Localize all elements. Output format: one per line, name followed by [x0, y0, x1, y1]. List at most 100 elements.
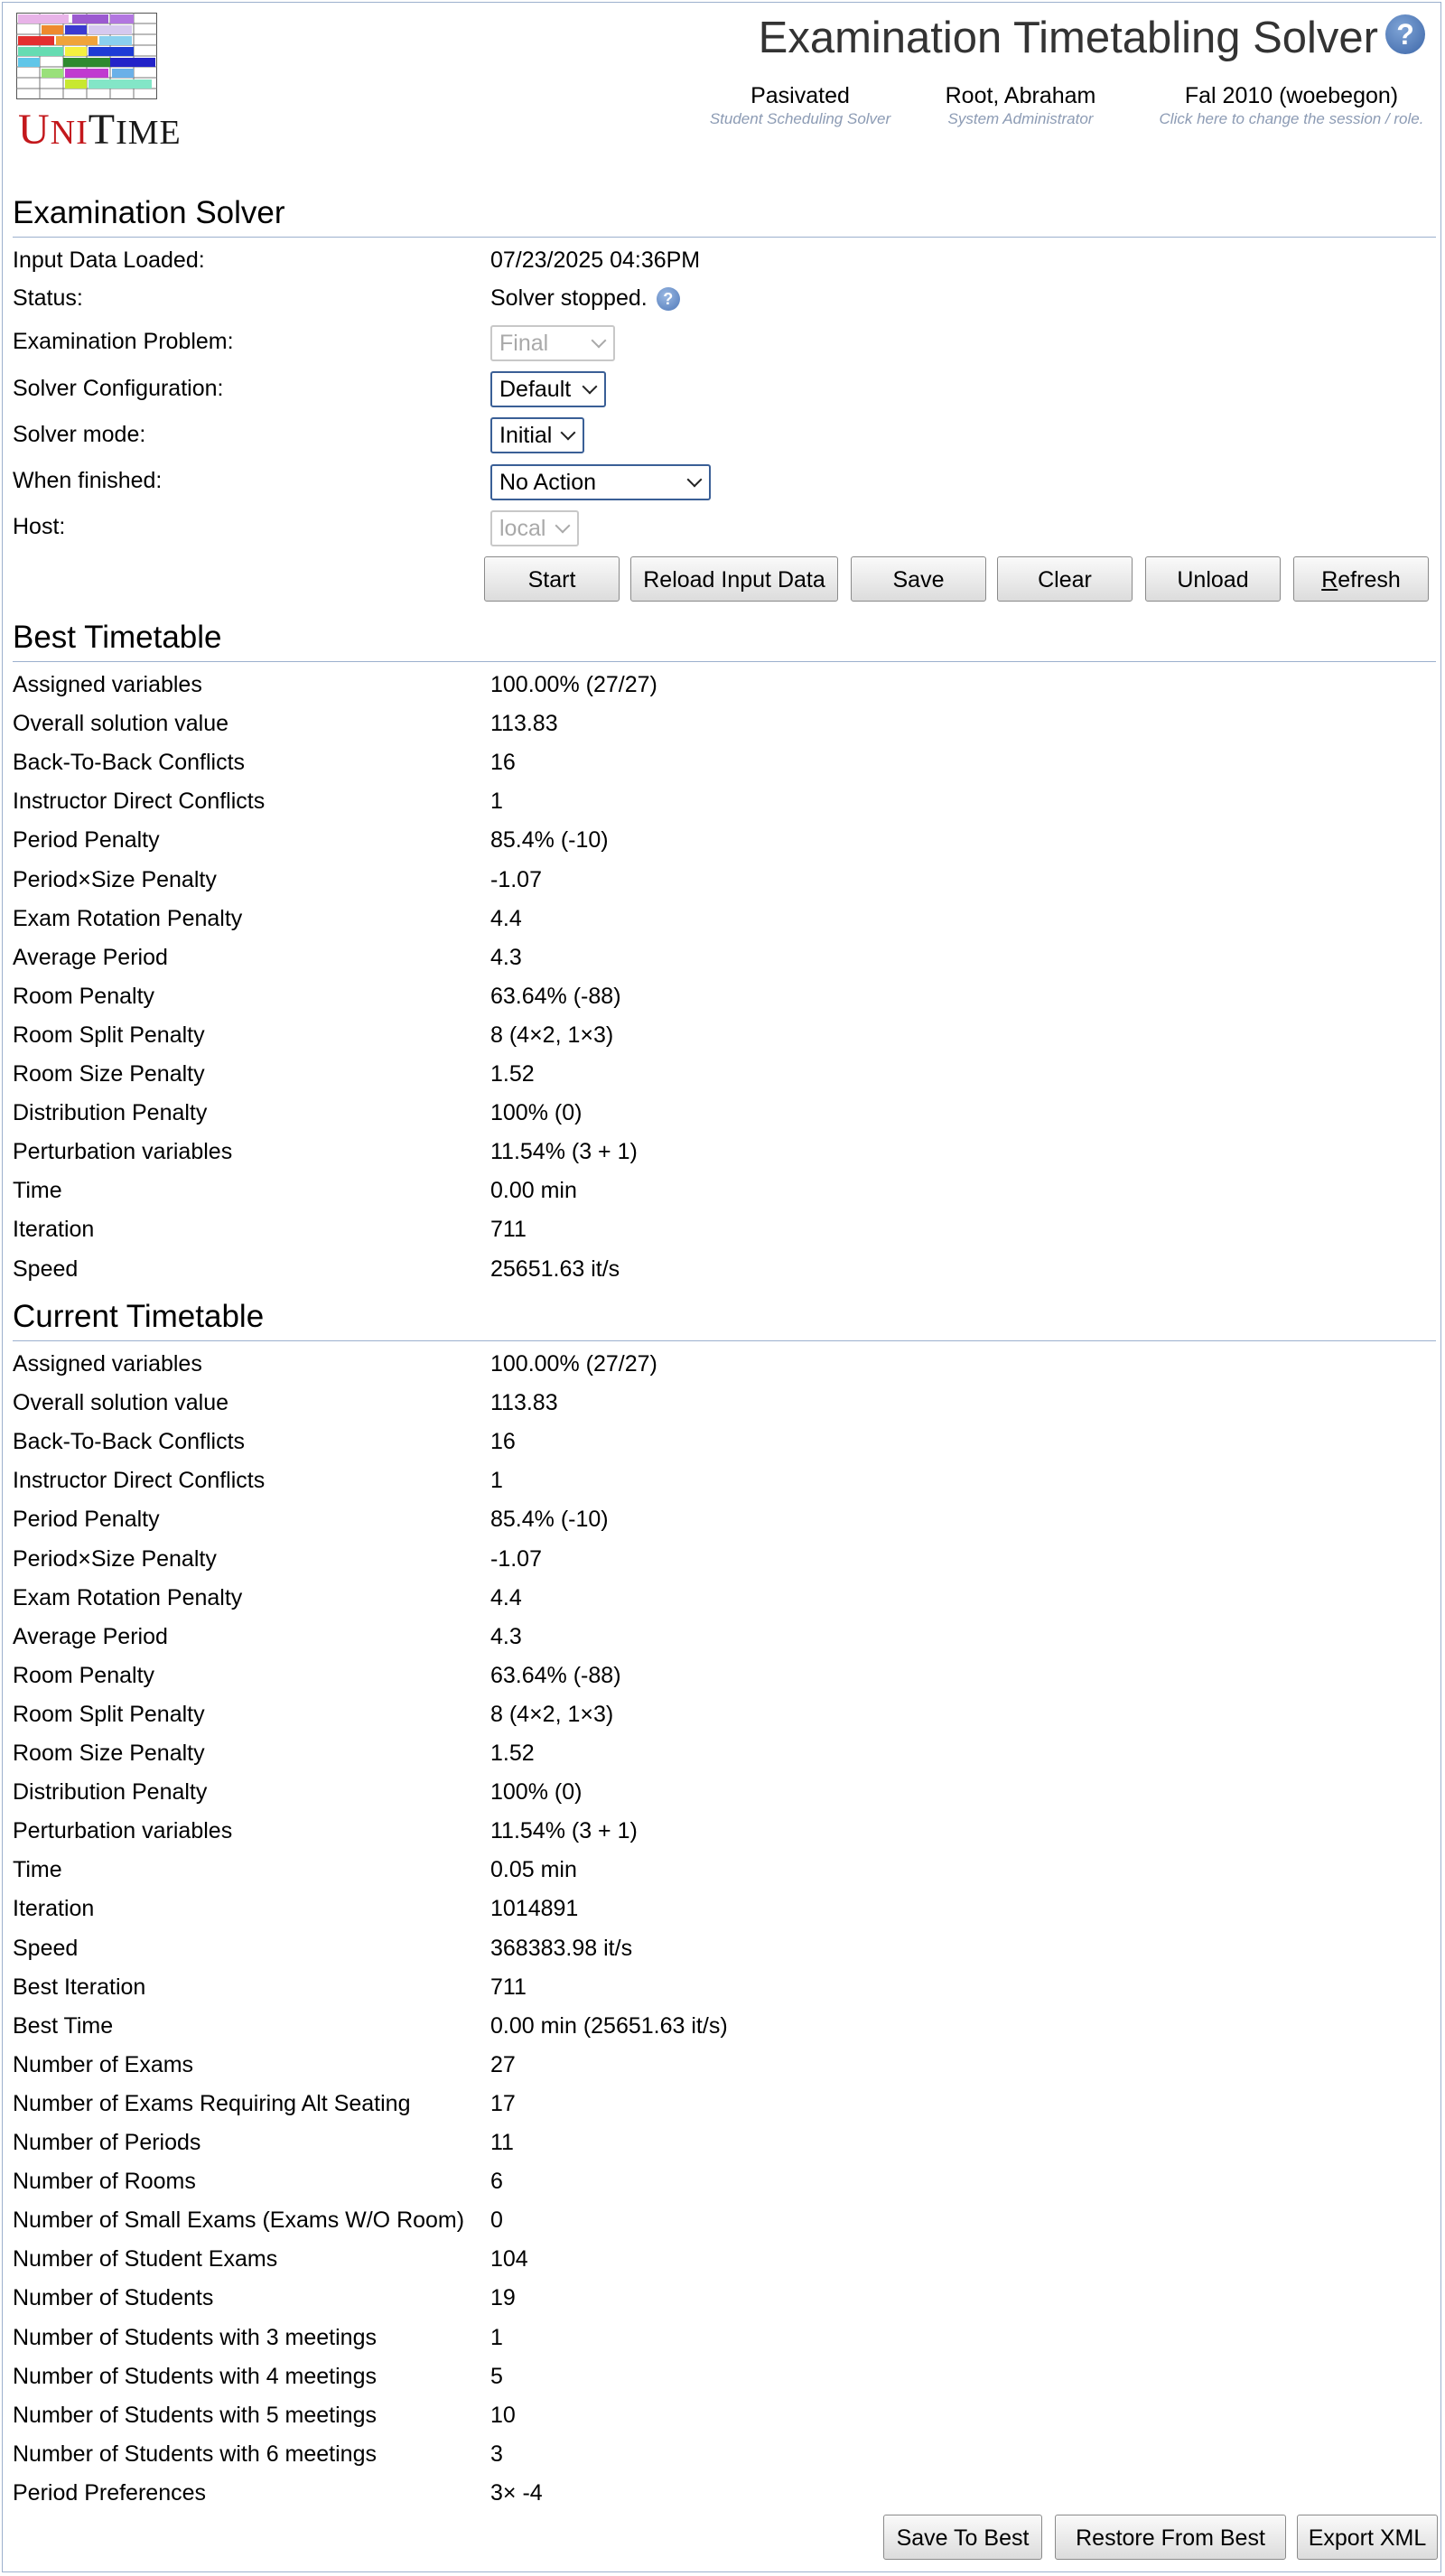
chevron-down-icon	[591, 332, 607, 349]
row-label: Period Penalty	[13, 1507, 160, 1533]
row-label: Iteration	[13, 1896, 95, 1922]
row-value: 0.00 min (25651.63 it/s)	[490, 2012, 728, 2039]
refresh-label-rest: efresh	[1338, 567, 1401, 593]
row-label: Number of Student Exams	[13, 2246, 278, 2273]
row-label: Distribution Penalty	[13, 1779, 208, 1806]
row-label: Number of Students	[13, 2285, 214, 2311]
row-value: 6	[490, 2169, 503, 2195]
row-label: Period Preferences	[13, 2479, 207, 2506]
current-timetable-header: Current Timetable	[13, 1299, 1436, 1341]
row-value: 4.3	[490, 944, 522, 970]
solver-configuration-select[interactable]: Default	[490, 371, 606, 407]
save-button[interactable]: Save	[851, 556, 986, 602]
session-info[interactable]: Fal 2010 (woebegon) Click here to change…	[1145, 83, 1438, 128]
unload-button[interactable]: Unload	[1145, 556, 1281, 602]
status-info-icon[interactable]: ?	[656, 287, 680, 312]
row-label: Number of Rooms	[13, 2169, 196, 2195]
row-label: Number of Exams	[13, 2051, 194, 2077]
row-label: Period×Size Penalty	[13, 866, 217, 892]
solver-configuration-label: Solver Configuration:	[13, 376, 224, 401]
row-label: Speed	[13, 1255, 79, 1282]
row-value: -1.07	[490, 1545, 542, 1572]
row-value: 113.83	[490, 1390, 558, 1416]
host-value: local	[499, 516, 546, 541]
row-value: 4.4	[490, 905, 522, 931]
row-value: 25651.63 it/s	[490, 1255, 620, 1282]
row-value: 1014891	[490, 1896, 579, 1922]
refresh-accesskey: R	[1321, 567, 1338, 593]
row-label: Room Size Penalty	[13, 1741, 205, 1766]
user-name: Root, Abraham	[945, 83, 1096, 108]
save-to-best-button[interactable]: Save To Best	[883, 2515, 1042, 2560]
help-icon[interactable]: ?	[1385, 14, 1425, 54]
row-value: 113.83	[490, 711, 558, 737]
row-label: Distribution Penalty	[13, 1100, 208, 1126]
row-value: 85.4% (-10)	[490, 1507, 609, 1533]
host-select: local	[490, 510, 579, 546]
when-finished-label: When finished:	[13, 468, 163, 493]
row-value: 0.05 min	[490, 1857, 577, 1883]
row-label: Average Period	[13, 1623, 168, 1649]
reload-input-data-button[interactable]: Reload Input Data	[630, 556, 838, 602]
examination-solver-header: Examination Solver	[13, 195, 1436, 238]
page-title: Examination Timetabling Solver	[758, 14, 1378, 62]
row-label: Overall solution value	[13, 711, 229, 737]
row-label: Number of Students with 4 meetings	[13, 2363, 377, 2389]
row-label: Assigned variables	[13, 672, 202, 697]
row-label: Perturbation variables	[13, 1818, 233, 1844]
solver-status-info[interactable]: Pasivated Student Scheduling Solver	[692, 83, 909, 128]
input-data-loaded-label: Input Data Loaded:	[13, 247, 205, 273]
clear-button[interactable]: Clear	[997, 556, 1133, 602]
restore-from-best-button[interactable]: Restore From Best	[1055, 2515, 1286, 2560]
user-info[interactable]: Root, Abraham System Administrator	[921, 83, 1120, 128]
solver-status-type: Student Scheduling Solver	[709, 110, 891, 127]
solver-mode-select[interactable]: Initial	[490, 417, 584, 453]
row-value: 27	[490, 2051, 516, 2077]
refresh-button[interactable]: Refresh	[1293, 556, 1429, 602]
examination-problem-select: Final	[490, 325, 615, 361]
status-value: Solver stopped.	[490, 285, 648, 311]
row-value: 1.52	[490, 1741, 535, 1766]
row-value: 85.4% (-10)	[490, 827, 609, 854]
row-value: 711	[490, 1217, 527, 1243]
row-label: Period×Size Penalty	[13, 1545, 217, 1572]
row-value: 3× -4	[490, 2479, 543, 2506]
row-value: 368383.98 it/s	[490, 1935, 633, 1961]
row-label: Best Time	[13, 2012, 114, 2039]
row-label: Period Penalty	[13, 827, 160, 854]
row-value: 16	[490, 1429, 516, 1455]
row-value: 100% (0)	[490, 1779, 583, 1806]
row-value: 19	[490, 2285, 516, 2311]
row-value: 63.64% (-88)	[490, 983, 621, 1009]
unitime-logo[interactable]: UNITIME	[16, 13, 181, 155]
row-label: Exam Rotation Penalty	[13, 1584, 243, 1610]
export-xml-button[interactable]: Export XML	[1297, 2515, 1438, 2560]
row-value: 104	[490, 2246, 528, 2273]
row-label: Number of Small Exams (Exams W/O Room)	[13, 2207, 465, 2234]
best-timetable-header: Best Timetable	[13, 620, 1436, 662]
user-role: System Administrator	[947, 110, 1094, 127]
chevron-down-icon	[555, 518, 571, 534]
row-value: 0	[490, 2207, 503, 2234]
start-button[interactable]: Start	[484, 556, 620, 602]
status-value-wrap: Solver stopped.?	[490, 285, 680, 312]
row-label: Exam Rotation Penalty	[13, 905, 243, 931]
row-value: 11.54% (3 + 1)	[490, 1139, 638, 1165]
row-value: 1	[490, 1468, 503, 1494]
session-change-hint: Click here to change the session / role.	[1159, 110, 1424, 127]
row-value: 100% (0)	[490, 1100, 583, 1126]
row-label: Assigned variables	[13, 1351, 202, 1377]
row-value: 1	[490, 789, 503, 815]
solver-mode-value: Initial	[499, 423, 553, 448]
input-data-loaded-value: 07/23/2025 04:36PM	[490, 247, 701, 273]
row-value: 100.00% (27/27)	[490, 672, 657, 697]
row-label: Time	[13, 1178, 62, 1204]
row-value: 10	[490, 2402, 516, 2428]
row-label: Room Penalty	[13, 983, 155, 1009]
row-value: 0.00 min	[490, 1178, 577, 1204]
chevron-down-icon	[582, 378, 598, 395]
row-label: Back-To-Back Conflicts	[13, 1429, 246, 1455]
row-value: 3	[490, 2441, 503, 2467]
row-value: 8 (4×2, 1×3)	[490, 1701, 614, 1727]
when-finished-select[interactable]: No Action	[490, 464, 711, 500]
